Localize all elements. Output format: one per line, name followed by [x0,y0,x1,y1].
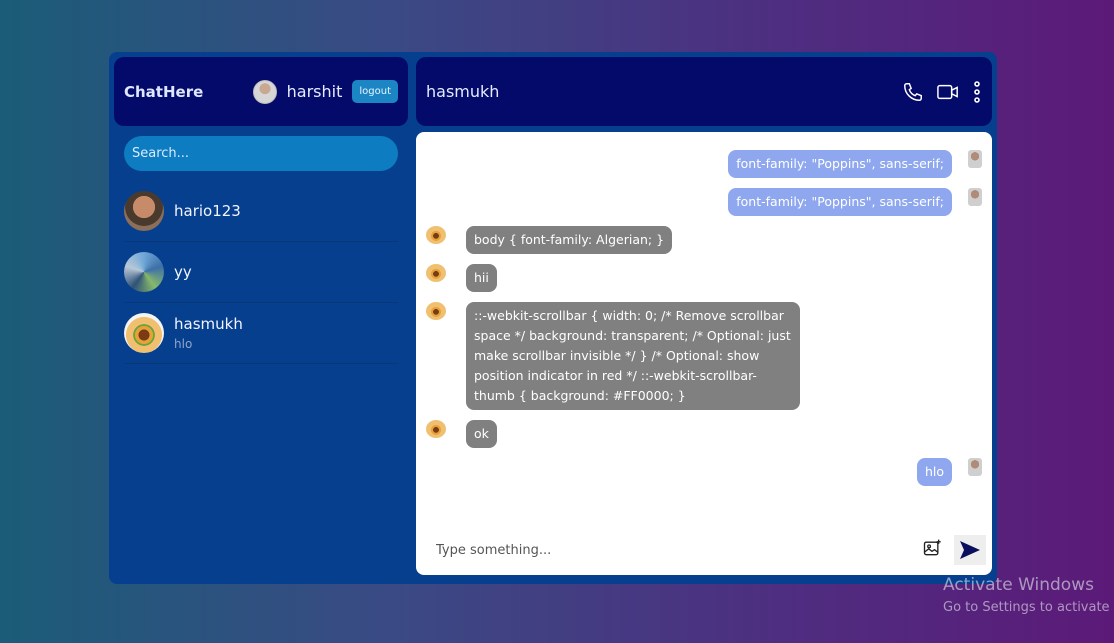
contact-name: hasmukh [174,315,243,333]
chat-header: hasmukh [416,57,992,126]
sender-avatar [426,264,446,282]
message-input-bar [416,525,992,575]
message-row-outgoing: font-family: "Poppins", sans-serif; [426,188,982,216]
contact-list: hario123 yy hasmukh hlo [114,181,408,364]
message-row-incoming: ::-webkit-scrollbar { width: 0; /* Remov… [426,302,982,410]
send-icon [960,541,980,559]
contact-avatar [124,252,164,292]
message-bubble: ::-webkit-scrollbar { width: 0; /* Remov… [466,302,800,410]
windows-activation-subtitle: Go to Settings to activate [943,600,1110,615]
sender-avatar [426,226,446,244]
sender-avatar [426,420,446,438]
chat-panel: hasmukh font-family: "Poppins", sans-ser… [416,57,992,575]
image-attach-icon[interactable] [922,538,942,562]
message-list[interactable]: font-family: "Poppins", sans-serif; font… [416,132,992,525]
message-bubble: ok [466,420,497,448]
message-input[interactable] [436,542,922,558]
contact-item[interactable]: yy [124,242,398,303]
windows-activation-title: Activate Windows [943,575,1094,595]
search-container [114,126,408,181]
current-user: harshit logout [252,79,398,104]
message-bubble: hii [466,264,497,292]
app-logo: ChatHere [124,82,204,101]
message-row-outgoing: hlo [426,458,982,486]
more-vertical-icon[interactable] [972,80,982,104]
user-avatar [252,79,277,104]
chat-title: hasmukh [426,82,500,101]
message-row-incoming: hii [426,264,982,292]
message-bubble: hlo [916,458,952,486]
chat-body: font-family: "Poppins", sans-serif; font… [416,132,992,575]
contact-item[interactable]: hasmukh hlo [124,303,398,364]
sidebar-header: ChatHere harshit logout [114,57,408,126]
message-bubble: font-family: "Poppins", sans-serif; [728,150,952,178]
message-row-incoming: body { font-family: Algerian; } [426,226,982,254]
sender-avatar [968,150,982,168]
sender-avatar [968,458,982,476]
contact-name: yy [174,263,192,281]
phone-icon[interactable] [902,81,924,103]
message-row-outgoing: font-family: "Poppins", sans-serif; [426,150,982,178]
message-bubble: font-family: "Poppins", sans-serif; [728,188,952,216]
chat-app: ChatHere harshit logout hario123 yy h [109,52,997,584]
message-bubble: body { font-family: Algerian; } [466,226,673,254]
user-name: harshit [286,82,343,101]
message-row-incoming: ok [426,420,982,448]
contact-last-message: hlo [174,337,193,351]
contact-avatar [124,191,164,231]
send-button[interactable] [954,535,986,565]
contact-name: hario123 [174,202,241,220]
sender-avatar [426,302,446,320]
logout-button[interactable]: logout [352,80,398,103]
sidebar: ChatHere harshit logout hario123 yy h [114,57,408,575]
contact-item[interactable]: hario123 [124,181,398,242]
chat-actions [902,80,982,104]
video-icon[interactable] [936,81,960,103]
contact-avatar [124,313,164,353]
search-input[interactable] [124,136,398,171]
sender-avatar [968,188,982,206]
